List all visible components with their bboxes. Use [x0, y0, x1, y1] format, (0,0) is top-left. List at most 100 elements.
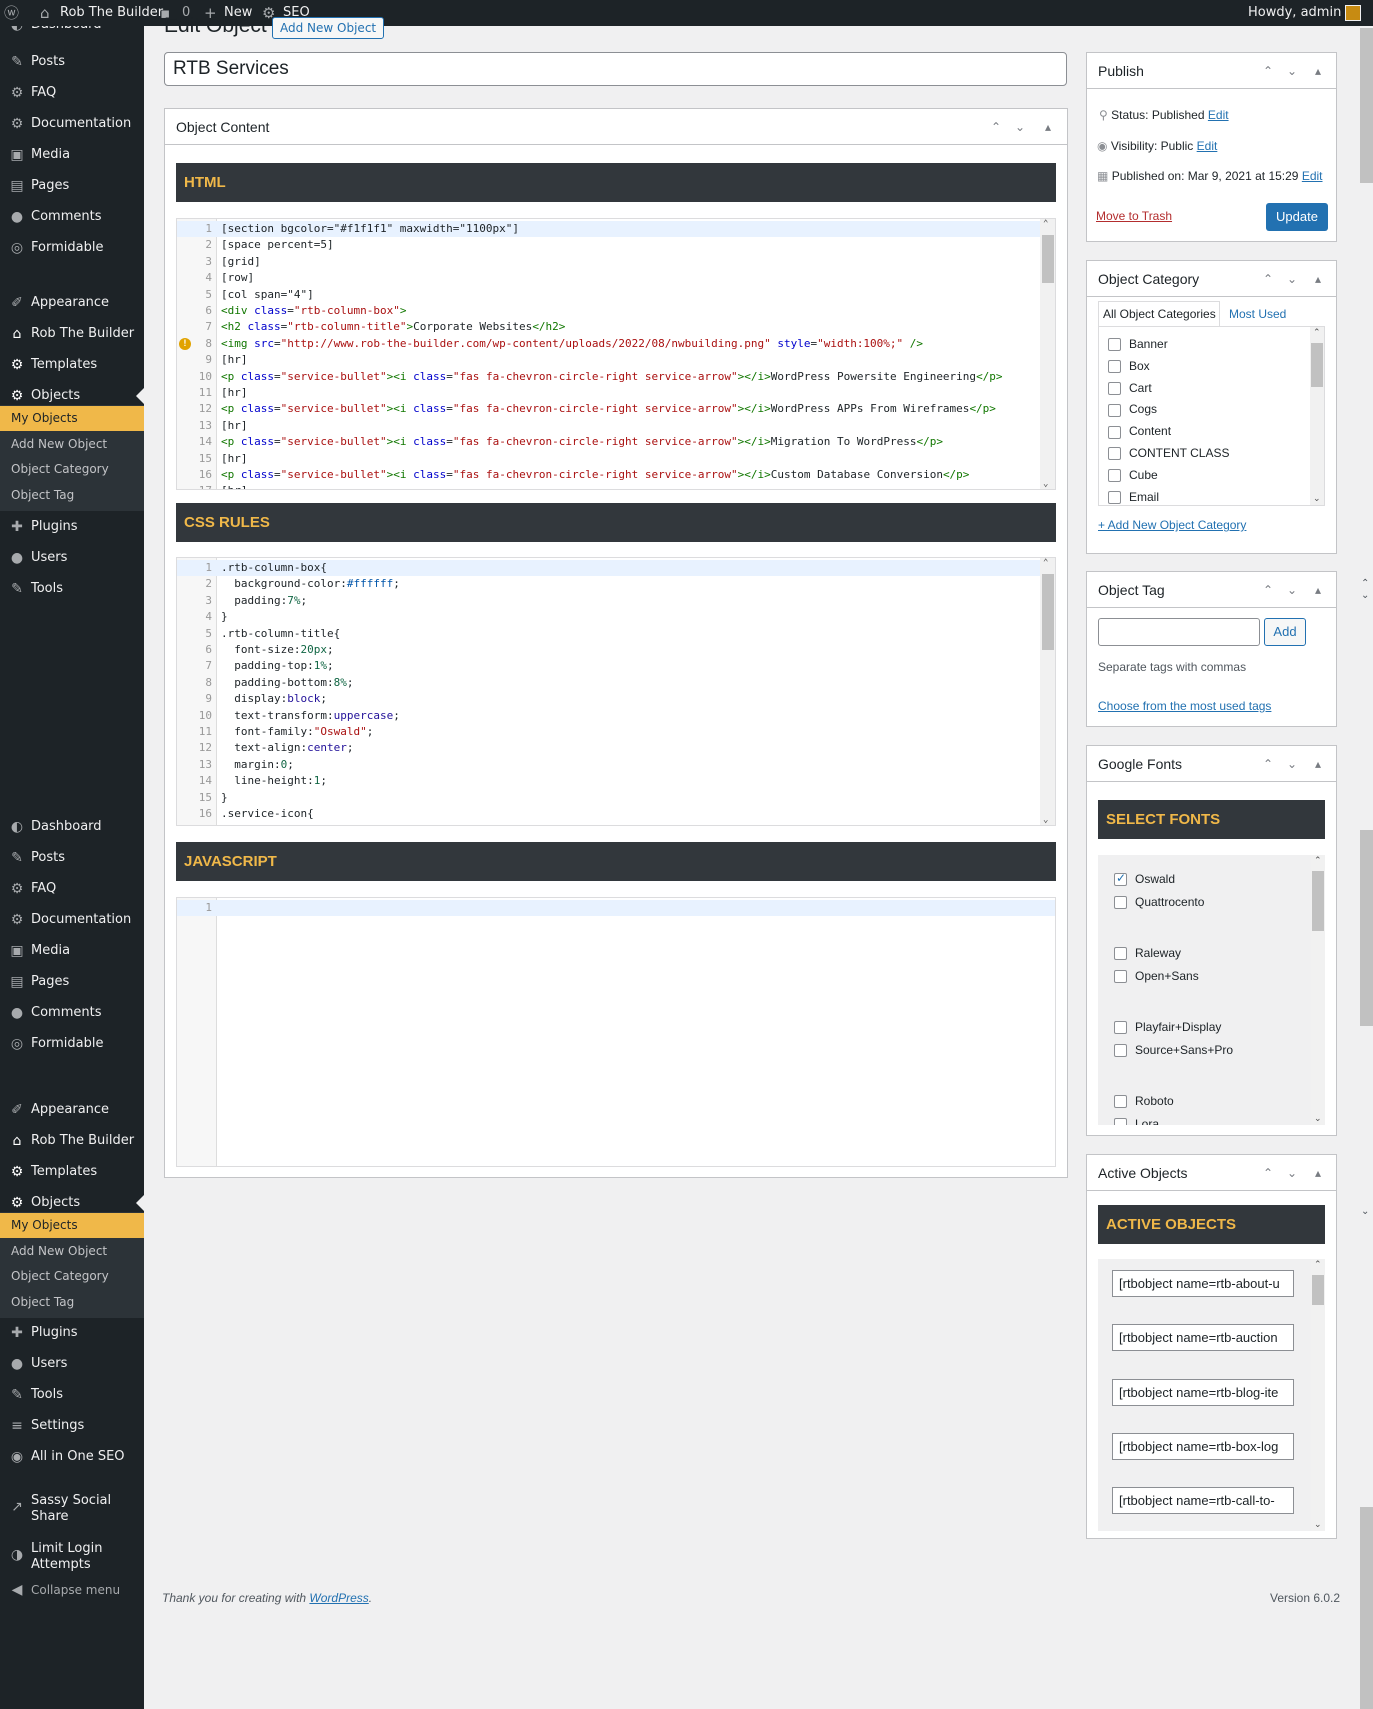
menu-item-users[interactable]: ● Users	[0, 543, 144, 573]
page-scroll-thumb[interactable]	[1360, 1507, 1373, 1709]
font-checkbox[interactable]	[1114, 970, 1127, 984]
font-option-quattrocento[interactable]: Quattrocento	[1114, 895, 1204, 910]
chevron-up-icon[interactable]: ⌃	[991, 109, 1001, 145]
chevron-down-icon[interactable]: ⌄	[1015, 109, 1025, 145]
scroll-down-icon[interactable]: ⌄	[1313, 494, 1321, 504]
category-checkbox[interactable]	[1108, 469, 1121, 483]
menu-item-comments[interactable]: ● Comments	[0, 202, 144, 232]
wordpress-logo-icon[interactable]: ⓦ	[4, 0, 19, 26]
active-object-shortcode-field[interactable]: [rtbobject name=rtb-about-u	[1112, 1270, 1294, 1297]
menu-item-dashboard[interactable]: ◐ Dashboard	[0, 812, 144, 842]
tab-all-categories[interactable]: All Object Categories	[1098, 301, 1220, 327]
add-tag-button[interactable]: Add	[1264, 618, 1306, 646]
fonts-scrollbar[interactable]: ⌃ ⌄	[1311, 855, 1325, 1125]
submenu-item-object-category[interactable]: Object Category	[0, 457, 144, 482]
toggle-panel-icon[interactable]: ▴	[1315, 53, 1321, 89]
font-option-roboto[interactable]: Roboto	[1114, 1094, 1174, 1109]
edit-status-link[interactable]: Edit	[1208, 108, 1229, 122]
scroll-up-icon[interactable]: ⌃	[1043, 219, 1048, 229]
font-checkbox[interactable]	[1114, 1044, 1127, 1058]
active-object-shortcode-field[interactable]: [rtbobject name=rtb-call-to-	[1112, 1487, 1294, 1515]
scroll-thumb[interactable]	[1042, 235, 1054, 283]
menu-item-tools[interactable]: ✎ Tools	[0, 574, 144, 604]
menu-item-plugins[interactable]: ✚ Plugins	[0, 512, 144, 542]
menu-item-templates[interactable]: ⚙ Templates	[0, 1157, 144, 1187]
toggle-panel-icon[interactable]: ▴	[1315, 572, 1321, 608]
editor-scrollbar[interactable]: ⌃ ⌄	[1040, 219, 1055, 489]
category-checkbox[interactable]	[1108, 490, 1121, 504]
chevron-up-icon[interactable]: ⌃	[1361, 578, 1369, 589]
category-item[interactable]: Banner	[1108, 337, 1168, 352]
font-option-oswald[interactable]: Oswald	[1114, 871, 1175, 887]
submenu-item-object-tag[interactable]: Object Tag	[0, 1290, 144, 1315]
new-tag-input[interactable]	[1098, 618, 1260, 646]
font-checkbox[interactable]	[1114, 871, 1127, 887]
category-item[interactable]: Cube	[1108, 468, 1158, 483]
font-checkbox[interactable]	[1114, 947, 1127, 961]
scroll-up-icon[interactable]: ⌃	[1043, 558, 1048, 568]
scroll-down-icon[interactable]: ⌄	[1314, 1520, 1322, 1530]
scroll-thumb[interactable]	[1312, 871, 1324, 931]
scroll-down-icon[interactable]: ⌄	[1314, 1114, 1322, 1124]
toggle-panel-icon[interactable]: ▴	[1045, 109, 1051, 145]
scroll-up-icon[interactable]: ⌃	[1314, 1260, 1322, 1270]
category-item[interactable]: Email	[1108, 490, 1159, 504]
menu-item-all-in-one-seo[interactable]: ◉ All in One SEO	[0, 1442, 144, 1472]
menu-item-plugins[interactable]: ✚ Plugins	[0, 1318, 144, 1348]
add-new-object-button[interactable]: Add New Object	[272, 17, 385, 39]
category-checkbox[interactable]	[1108, 381, 1121, 395]
toggle-panel-icon[interactable]: ▴	[1315, 261, 1321, 297]
menu-item-posts[interactable]: ✎ Posts	[0, 843, 144, 873]
menu-item-posts[interactable]: ✎ Posts	[0, 47, 144, 77]
menu-item-faq[interactable]: ⚙ FAQ	[0, 874, 144, 904]
active-objects-scrollbar[interactable]: ⌃ ⌄	[1311, 1259, 1325, 1531]
category-checkbox[interactable]	[1108, 403, 1121, 417]
chevron-down-icon[interactable]: ⌄	[1361, 590, 1369, 601]
font-checkbox[interactable]	[1114, 1021, 1127, 1035]
choose-most-used-tags-link[interactable]: Choose from the most used tags	[1098, 699, 1271, 713]
category-item[interactable]: Content	[1108, 424, 1171, 439]
account-menu[interactable]: Howdy, admin	[1248, 0, 1362, 26]
font-option-lora[interactable]: Lora	[1114, 1117, 1159, 1125]
page-scroll-thumb[interactable]	[1360, 28, 1373, 183]
category-checkbox[interactable]	[1108, 338, 1121, 352]
category-checkbox[interactable]	[1108, 360, 1121, 374]
menu-item-pages[interactable]: ▤ Pages	[0, 171, 144, 201]
category-item[interactable]: CONTENT CLASS	[1108, 446, 1229, 461]
category-item[interactable]: Cogs	[1108, 402, 1157, 417]
menu-item-documentation[interactable]: ⚙ Documentation	[0, 905, 144, 935]
category-item[interactable]: Cart	[1108, 381, 1152, 395]
scroll-thumb[interactable]	[1311, 343, 1323, 387]
tab-most-used[interactable]: Most Used	[1229, 301, 1286, 327]
category-scrollbar[interactable]: ⌃ ⌄	[1310, 327, 1324, 505]
chevron-up-icon[interactable]: ⌃	[1263, 746, 1273, 782]
menu-item-rob-the-builder[interactable]: ⌂ Rob The Builder	[0, 1126, 144, 1156]
chevron-down-icon[interactable]: ⌄	[1287, 53, 1297, 89]
wordpress-link[interactable]: WordPress	[309, 1591, 368, 1605]
menu-item-comments[interactable]: ● Comments	[0, 998, 144, 1028]
edit-visibility-link[interactable]: Edit	[1197, 139, 1218, 153]
menu-item-media[interactable]: ▣ Media	[0, 140, 144, 170]
scroll-down-icon[interactable]: ⌄	[1043, 479, 1048, 489]
scroll-thumb[interactable]	[1312, 1275, 1324, 1305]
menu-item-formidable[interactable]: ◎ Formidable	[0, 1029, 144, 1059]
category-checkbox[interactable]	[1108, 447, 1121, 461]
active-object-shortcode-field[interactable]: [rtbobject name=rtb-auction	[1112, 1324, 1294, 1352]
scroll-up-icon[interactable]: ⌃	[1314, 856, 1322, 866]
add-new-category-link[interactable]: + Add New Object Category	[1098, 518, 1246, 532]
menu-item-documentation[interactable]: ⚙ Documentation	[0, 109, 144, 139]
menu-item-limit-login-attempts[interactable]: ◑ Limit Login Attempts	[0, 1539, 144, 1575]
toggle-panel-icon[interactable]: ▴	[1315, 1155, 1321, 1191]
post-title-input[interactable]: RTB Services	[164, 52, 1067, 86]
chevron-up-icon[interactable]: ⌃	[1263, 572, 1273, 608]
chevron-down-icon[interactable]: ⌄	[1287, 746, 1297, 782]
html-code-editor[interactable]: 1 [section bgcolor="#f1f1f1" maxwidth="11…	[176, 218, 1056, 490]
scroll-down-icon[interactable]: ⌄	[1043, 815, 1048, 825]
chevron-up-icon[interactable]: ⌃	[1263, 53, 1273, 89]
toggle-panel-icon[interactable]: ▴	[1315, 746, 1321, 782]
active-object-shortcode-field[interactable]: [rtbobject name=rtb-blog-ite	[1112, 1378, 1294, 1406]
menu-item-dashboard-partial[interactable]: ◐ Dashboard	[0, 26, 144, 40]
chevron-down-icon[interactable]: ⌄	[1361, 1206, 1369, 1217]
scroll-up-icon[interactable]: ⌃	[1313, 328, 1321, 338]
submenu-item-object-tag[interactable]: Object Tag	[0, 483, 144, 508]
